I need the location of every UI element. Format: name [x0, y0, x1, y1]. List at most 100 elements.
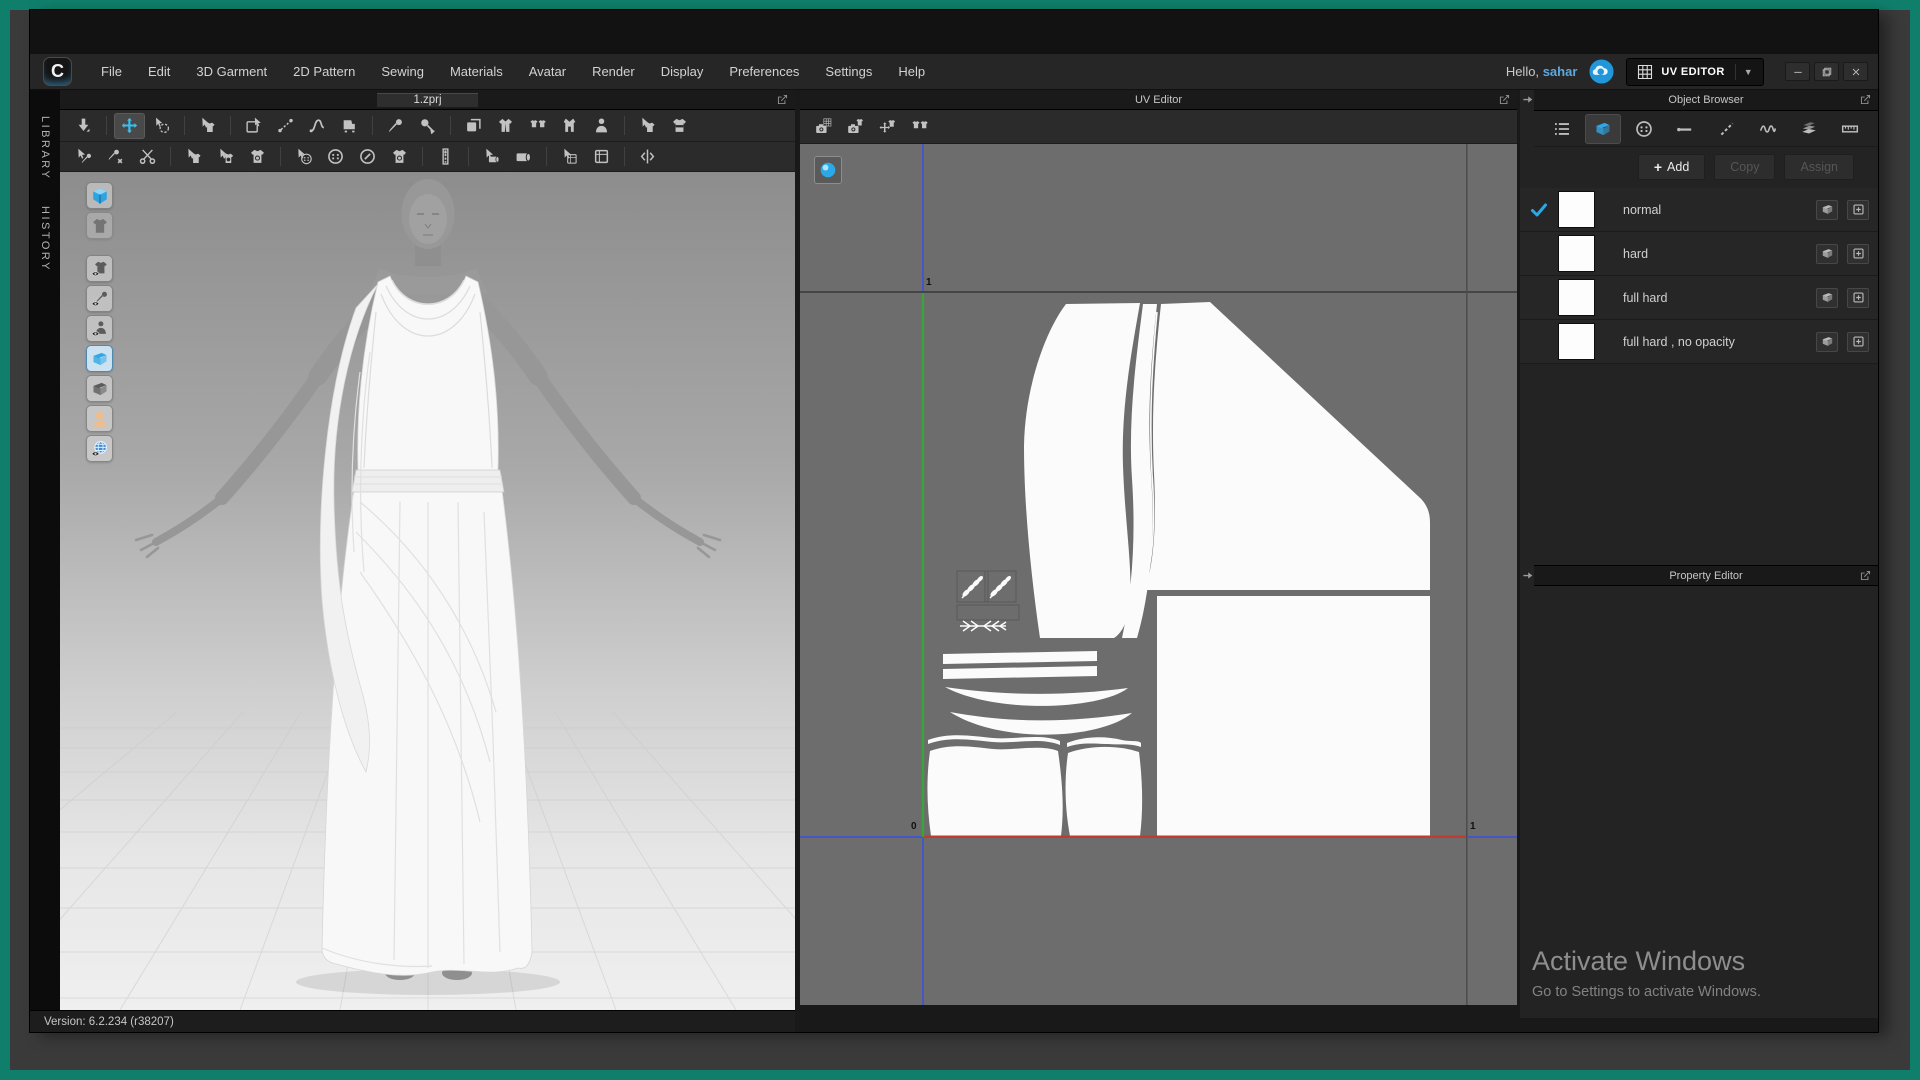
applique-icon[interactable] — [242, 144, 273, 170]
attach-button-icon[interactable] — [384, 144, 415, 170]
fabric-swatch[interactable] — [1558, 235, 1595, 272]
assign-target-icon[interactable] — [1847, 287, 1869, 308]
edit-fabric-icon[interactable] — [476, 144, 507, 170]
menu-item-file[interactable]: File — [88, 54, 135, 90]
fabric-sheet-icon[interactable] — [1816, 287, 1838, 308]
minimize-button[interactable] — [1785, 62, 1810, 81]
mode-switcher-button[interactable]: UV EDITOR ▼ — [1626, 57, 1764, 86]
zipper-icon[interactable] — [430, 144, 461, 170]
3d-viewport[interactable] — [60, 172, 795, 1010]
fold-measure-icon[interactable] — [632, 144, 663, 170]
measure-icon[interactable] — [1832, 114, 1868, 144]
fabric-row[interactable]: full hard , no opacity — [1520, 320, 1878, 364]
garment-visibility-icon[interactable] — [86, 255, 113, 282]
popout-icon[interactable] — [1859, 93, 1873, 107]
sidebar-tab-library[interactable]: LIBRARY — [39, 116, 51, 180]
edit-pin-icon[interactable] — [68, 144, 99, 170]
uv-move-icon[interactable] — [872, 114, 903, 140]
assign-target-icon[interactable] — [1847, 243, 1869, 264]
scene-list-icon[interactable] — [1544, 114, 1580, 144]
fabric-row[interactable]: full hard — [1520, 276, 1878, 320]
edit-sewing-icon[interactable] — [270, 113, 301, 139]
trim-icon[interactable] — [1791, 114, 1827, 144]
button-icon[interactable] — [320, 144, 351, 170]
show-garment-icon[interactable] — [86, 212, 113, 239]
chevron-down-icon[interactable]: ▼ — [1734, 63, 1753, 80]
select-lasso-icon[interactable] — [146, 113, 177, 139]
popout-icon[interactable] — [776, 93, 790, 107]
account-name[interactable]: sahar — [1543, 64, 1578, 79]
sidebar-tab-history[interactable]: HISTORY — [39, 206, 51, 272]
free-sewing-icon[interactable] — [302, 113, 333, 139]
menu-item-settings[interactable]: Settings — [812, 54, 885, 90]
assign-target-icon[interactable] — [1847, 199, 1869, 220]
trim-cut-icon[interactable] — [132, 144, 163, 170]
avatar-tape-icon[interactable] — [586, 113, 617, 139]
stitch-icon[interactable] — [1709, 114, 1745, 144]
avatar-display-icon[interactable] — [86, 405, 113, 432]
button-icon[interactable] — [1626, 114, 1662, 144]
uv-arrange-icon[interactable] — [904, 114, 935, 140]
fabric-swatch[interactable] — [1558, 323, 1595, 360]
select-move-icon[interactable] — [114, 112, 145, 139]
trim-swatch-icon[interactable] — [586, 144, 617, 170]
app-logo[interactable]: C — [43, 57, 72, 86]
fabric-swatch[interactable] — [1558, 191, 1595, 228]
menu-item-edit[interactable]: Edit — [135, 54, 183, 90]
edit-applique-icon[interactable] — [210, 144, 241, 170]
add-button[interactable]: + Add — [1637, 154, 1706, 180]
avatar-visibility-icon[interactable] — [86, 315, 113, 342]
garment-snapshot-icon[interactable] — [840, 114, 871, 140]
puckering-icon[interactable] — [1750, 114, 1786, 144]
material-sphere-button[interactable] — [814, 156, 842, 184]
menu-item-materials[interactable]: Materials — [437, 54, 516, 90]
buttonhole-icon[interactable] — [352, 144, 383, 170]
closet-cloud-icon[interactable] — [1588, 58, 1615, 85]
pin-visibility-icon[interactable] — [86, 285, 113, 312]
arrangement-points-icon[interactable] — [522, 113, 553, 139]
fabric-front-icon[interactable] — [86, 345, 113, 372]
menu-item-render[interactable]: Render — [579, 54, 648, 90]
edit-texture-icon[interactable] — [178, 144, 209, 170]
collapse-arrow-icon[interactable] — [1522, 94, 1533, 105]
menu-item-3d-garment[interactable]: 3D Garment — [183, 54, 280, 90]
pin-tack-icon[interactable] — [380, 113, 411, 139]
fabric-row[interactable]: normal — [1520, 188, 1878, 232]
edit-trim-icon[interactable] — [554, 144, 585, 170]
render-style-icon[interactable] — [86, 182, 113, 209]
garment-measure-icon[interactable] — [664, 113, 695, 139]
close-button[interactable] — [1843, 62, 1868, 81]
popout-icon[interactable] — [1859, 569, 1873, 583]
edit-button-icon[interactable] — [288, 144, 319, 170]
solidify-garment-icon[interactable] — [490, 113, 521, 139]
fabric-sheet-icon[interactable] — [1816, 243, 1838, 264]
topstitch-icon[interactable] — [1667, 114, 1703, 144]
menu-item-2d-pattern[interactable]: 2D Pattern — [280, 54, 368, 90]
fabric-row[interactable]: hard — [1520, 232, 1878, 276]
menu-item-display[interactable]: Display — [648, 54, 717, 90]
fold-arrangement-icon[interactable] — [458, 113, 489, 139]
menu-item-sewing[interactable]: Sewing — [368, 54, 437, 90]
menu-item-avatar[interactable]: Avatar — [516, 54, 579, 90]
fabric-roll-icon[interactable] — [508, 144, 539, 170]
copy-button[interactable]: Copy — [1714, 154, 1776, 180]
assign-button[interactable]: Assign — [1784, 154, 1854, 180]
tack-on-avatar-icon[interactable] — [412, 113, 443, 139]
sewing-machine-icon[interactable] — [334, 113, 365, 139]
fabric-swatch[interactable] — [1558, 279, 1595, 316]
fabric-back-icon[interactable] — [86, 375, 113, 402]
fabric-sheet-icon[interactable] — [1816, 199, 1838, 220]
simulate-icon[interactable] — [68, 113, 99, 139]
popout-icon[interactable] — [1498, 93, 1512, 107]
collapse-arrow-icon[interactable] — [1522, 570, 1533, 581]
fabric-sheet-icon[interactable] — [1816, 331, 1838, 352]
bounding-volume-icon[interactable] — [554, 113, 585, 139]
restore-button[interactable] — [1814, 62, 1839, 81]
menu-item-help[interactable]: Help — [885, 54, 938, 90]
remove-pin-icon[interactable] — [100, 144, 131, 170]
fabric-icon[interactable] — [1585, 113, 1622, 144]
environment-display-icon[interactable] — [86, 435, 113, 462]
uv-snapshot-icon[interactable] — [808, 114, 839, 140]
garment-tape-icon[interactable] — [632, 113, 663, 139]
project-tab[interactable]: 1.zprj — [377, 92, 478, 107]
